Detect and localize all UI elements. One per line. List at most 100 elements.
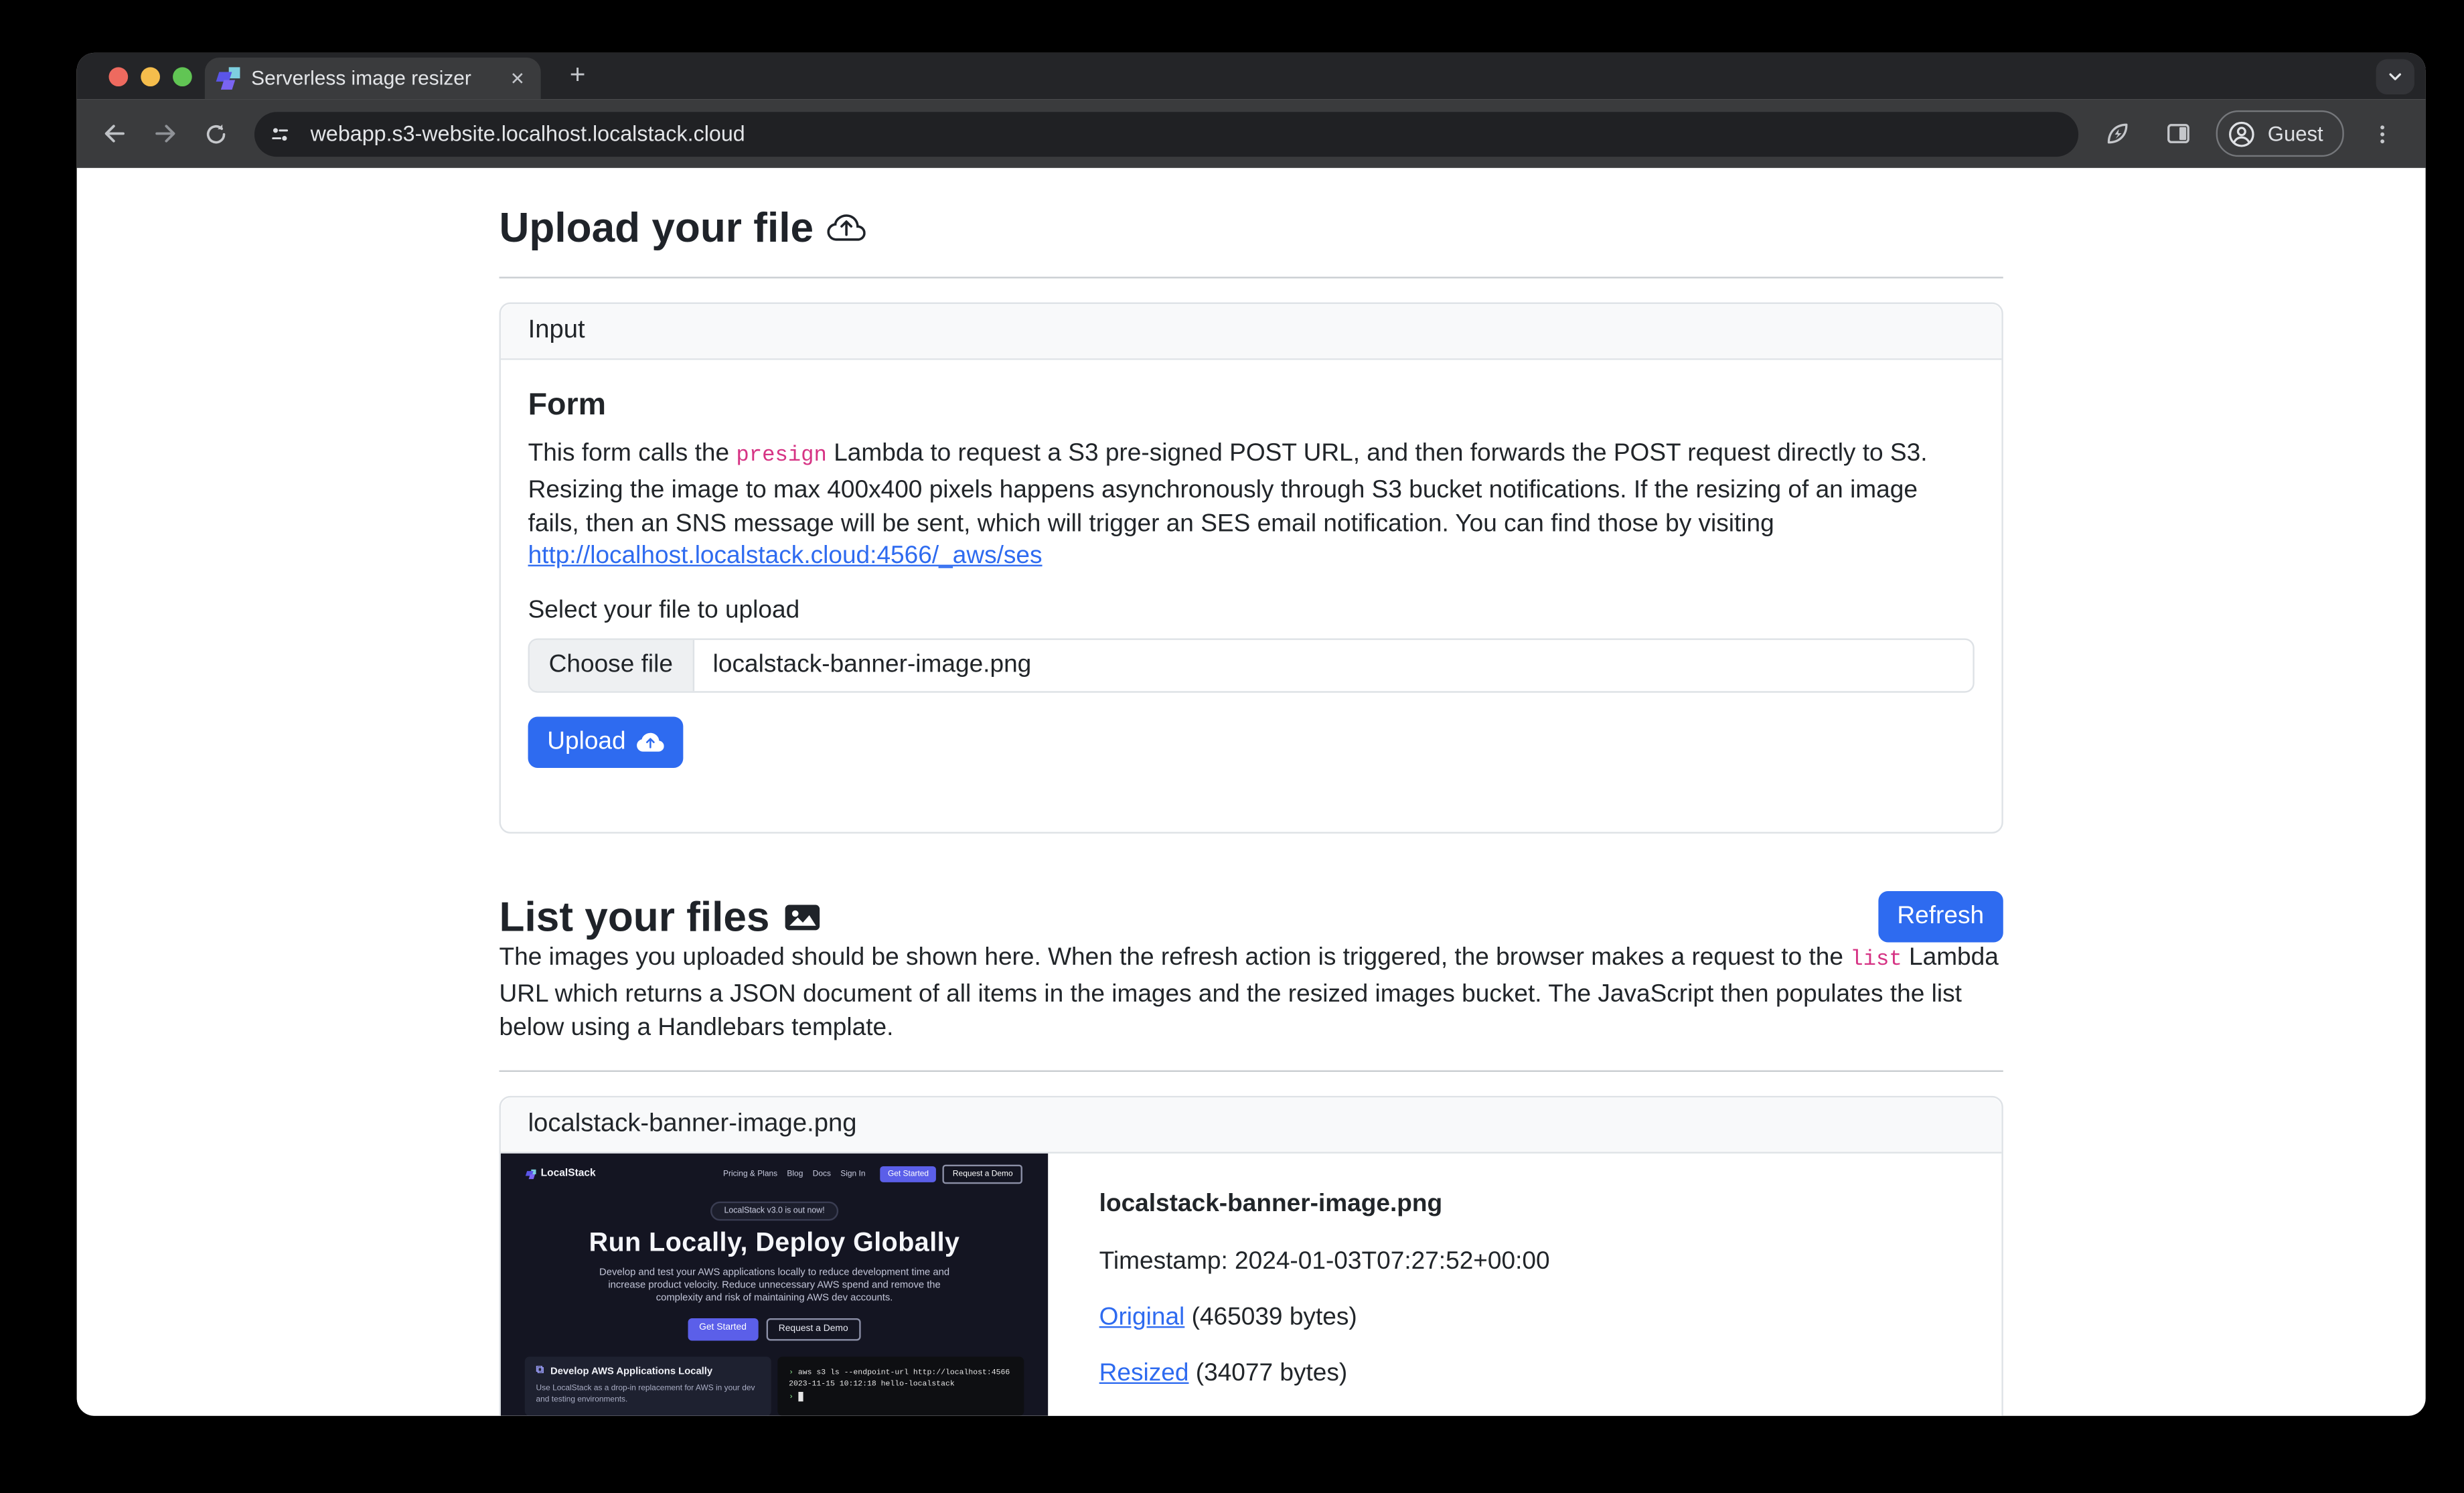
refresh-button[interactable]: Refresh xyxy=(1878,891,2003,942)
banner-announcement-pill: LocalStack v3.0 is out now! xyxy=(710,1201,839,1221)
file-input[interactable]: Choose file localstack-banner-image.png xyxy=(528,639,1975,693)
minimize-window-button[interactable] xyxy=(141,66,160,86)
terminal-line: aws s3 ls --endpoint-url http://localhos… xyxy=(798,1369,1010,1377)
upload-card: Input Form This form calls the presign L… xyxy=(499,303,2003,834)
list-code: list xyxy=(1850,949,1902,973)
reload-icon xyxy=(203,121,228,146)
resized-link[interactable]: Resized xyxy=(1099,1359,1189,1387)
profile-label: Guest xyxy=(2268,122,2323,146)
page-content: Upload your file Input Form This form ca… xyxy=(77,168,2426,1416)
profile-chip[interactable]: Guest xyxy=(2216,110,2343,157)
chevron-down-icon xyxy=(2386,67,2405,86)
forward-arrow-icon xyxy=(151,120,179,147)
banner-nav-item: Blog xyxy=(787,1169,803,1178)
banner-request-demo-button: Request a Demo xyxy=(766,1318,861,1340)
original-line: Original (465039 bytes) xyxy=(1099,1304,1550,1332)
banner-nav-item: Docs xyxy=(813,1169,831,1178)
reload-button[interactable] xyxy=(194,111,238,156)
original-size: (465039 bytes) xyxy=(1184,1304,1357,1331)
file-list-card: localstack-banner-image.png LocalStack P… xyxy=(499,1095,2003,1416)
upload-title-text: Upload your file xyxy=(499,203,814,252)
guest-avatar-icon xyxy=(2228,119,2256,148)
terminal-prompt: › xyxy=(789,1393,793,1401)
upload-description-text: This form calls the xyxy=(528,440,737,467)
back-arrow-icon xyxy=(100,120,127,147)
tab-title: Serverless image resizer xyxy=(251,67,495,89)
feature-title: Develop AWS Applications Locally xyxy=(550,1366,712,1377)
upload-button-label: Upload xyxy=(547,728,625,757)
banner-logo: LocalStack xyxy=(526,1168,596,1180)
banner-headline: Run Locally, Deploy Globally xyxy=(501,1228,1048,1258)
terminal-prompt: › xyxy=(789,1369,793,1377)
banner-nav: LocalStack Pricing & Plans Blog Docs Sig… xyxy=(501,1153,1048,1183)
banner-nav-request-demo: Request a Demo xyxy=(943,1164,1022,1184)
browser-tab[interactable]: Serverless image resizer ✕ xyxy=(205,58,541,99)
banner-nav-item: Sign In xyxy=(840,1169,865,1178)
banner-nav-links: Pricing & Plans Blog Docs Sign In xyxy=(723,1169,865,1178)
list-section-title: List your files xyxy=(499,892,821,942)
upload-button[interactable]: Upload xyxy=(528,717,684,768)
list-title-text: List your files xyxy=(499,892,770,942)
tab-strip: Serverless image resizer ✕ + xyxy=(77,53,2426,99)
address-bar[interactable]: webapp.s3-website.localhost.localstack.c… xyxy=(254,111,2079,156)
browser-toolbar: webapp.s3-website.localhost.localstack.c… xyxy=(77,99,2426,168)
file-select-label: Select your file to upload xyxy=(528,597,1975,626)
banner-logo-text: LocalStack xyxy=(541,1168,596,1180)
selected-file-name: localstack-banner-image.png xyxy=(694,640,1973,691)
tab-search-button[interactable] xyxy=(2376,59,2414,94)
file-details: localstack-banner-image.png Timestamp: 2… xyxy=(1048,1153,1601,1416)
file-card-header: localstack-banner-image.png xyxy=(501,1097,2001,1153)
refresh-button-label: Refresh xyxy=(1897,902,1984,931)
banner-nav-item: Pricing & Plans xyxy=(723,1169,777,1178)
divider xyxy=(499,1070,2003,1071)
zoom-window-button[interactable] xyxy=(173,66,192,86)
divider xyxy=(499,277,2003,278)
banner-nav-get-started: Get Started xyxy=(880,1166,937,1182)
banner-cta-row: Get Started Request a Demo xyxy=(501,1318,1048,1340)
browser-menu-button[interactable] xyxy=(2360,111,2405,156)
list-description-text: The images you uploaded should be shown … xyxy=(499,944,1851,971)
form-heading: Form xyxy=(528,387,1975,424)
resized-size: (34077 bytes) xyxy=(1188,1359,1347,1387)
browser-window: Serverless image resizer ✕ + xyxy=(77,53,2426,1416)
banner-thumbnail-image: LocalStack Pricing & Plans Blog Docs Sig… xyxy=(501,1153,1048,1416)
feature-icon: ⧉ xyxy=(536,1366,544,1376)
upload-section-title: Upload your file xyxy=(499,203,2003,252)
choose-file-button[interactable]: Choose file xyxy=(530,640,694,691)
cloud-upload-fill-icon xyxy=(637,729,664,757)
original-link[interactable]: Original xyxy=(1099,1304,1185,1331)
performance-button[interactable] xyxy=(2095,111,2140,156)
site-settings-icon[interactable] xyxy=(262,116,298,151)
forward-button[interactable] xyxy=(143,111,187,156)
side-panel-icon xyxy=(2165,120,2192,147)
screen: Serverless image resizer ✕ + xyxy=(0,0,2464,1492)
toolbar-right-icons: Guest xyxy=(2095,110,2411,157)
upload-card-header: Input xyxy=(501,304,2001,360)
presign-code: presign xyxy=(736,445,827,469)
banner-subtext: Develop and test your AWS applications l… xyxy=(589,1267,959,1307)
localstack-logo-icon xyxy=(526,1169,536,1178)
banner-get-started-button: Get Started xyxy=(688,1318,757,1340)
kebab-menu-icon xyxy=(2371,123,2393,145)
cloud-upload-icon xyxy=(828,209,866,247)
banner-terminal: › aws s3 ls --endpoint-url http://localh… xyxy=(777,1356,1024,1415)
close-window-button[interactable] xyxy=(108,66,128,86)
terminal-line: 2023-11-15 10:12:18 hello-localstack xyxy=(789,1380,1013,1392)
back-button[interactable] xyxy=(91,111,136,156)
list-description: The images you uploaded should be shown … xyxy=(499,943,2003,1046)
new-tab-button[interactable]: + xyxy=(563,56,592,100)
image-icon xyxy=(784,898,821,935)
file-name-heading: localstack-banner-image.png xyxy=(1099,1190,1550,1219)
resized-line: Resized (34077 bytes) xyxy=(1099,1359,1550,1388)
localstack-favicon-icon xyxy=(218,67,240,89)
side-panel-button[interactable] xyxy=(2156,111,2201,156)
url-text[interactable]: webapp.s3-website.localhost.localstack.c… xyxy=(311,122,745,146)
battery-saver-leaf-icon xyxy=(2104,120,2131,147)
ses-link[interactable]: http://localhost.localstack.cloud:4566/_… xyxy=(528,543,1043,570)
banner-feature-card: ⧉ Develop AWS Applications Locally Use Lo… xyxy=(525,1356,771,1415)
upload-description: This form calls the presign Lambda to re… xyxy=(528,439,1975,575)
feature-text: Use LocalStack as a drop-in replacement … xyxy=(536,1384,761,1406)
window-controls xyxy=(108,66,191,86)
tab-close-icon[interactable]: ✕ xyxy=(507,68,528,89)
file-timestamp: Timestamp: 2024-01-03T07:27:52+00:00 xyxy=(1099,1247,1550,1276)
